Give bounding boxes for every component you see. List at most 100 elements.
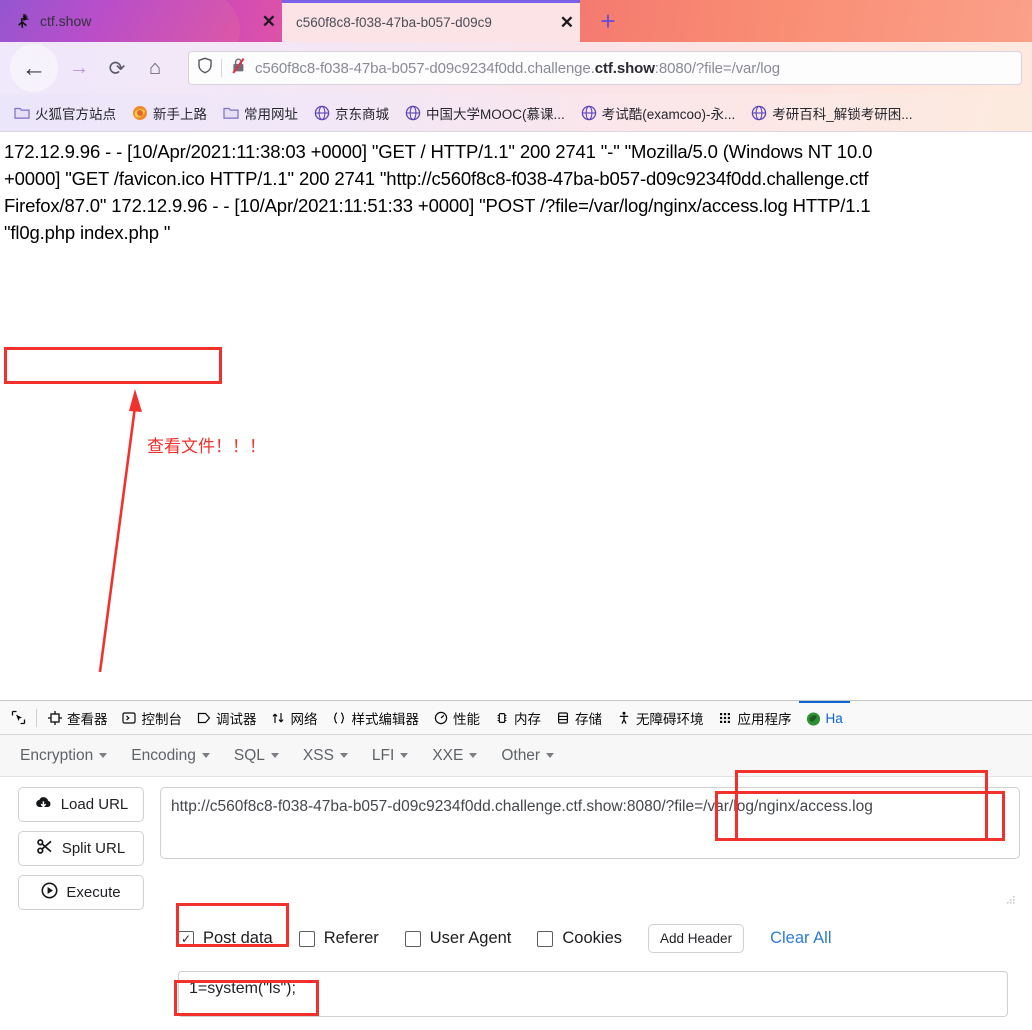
devtools-tab-hackbar[interactable]: Ha xyxy=(798,701,850,734)
devtools-tab-application[interactable]: 应用程序 xyxy=(711,701,799,734)
bookmark-label: 考试酷(examcoo)-永... xyxy=(601,106,736,122)
execute-button[interactable]: Execute xyxy=(18,875,144,910)
devtools-tab-performance[interactable]: 性能 xyxy=(426,701,487,734)
devtools-tab-network[interactable]: 网络 xyxy=(264,701,325,734)
checkbox-mark[interactable] xyxy=(404,930,421,947)
devtools-tab-label: 查看器 xyxy=(67,711,108,727)
chevron-down-icon xyxy=(201,753,210,758)
button-label: Load URL xyxy=(60,796,129,813)
bookmark-item[interactable]: 中国大学MOOC(慕课... xyxy=(399,101,571,125)
element-picker-icon[interactable] xyxy=(4,701,33,734)
resize-grip-icon[interactable] xyxy=(1006,895,1016,905)
ctfshow-icon xyxy=(14,12,32,30)
forward-button[interactable]: → xyxy=(62,51,96,85)
checkbox-label: Post data xyxy=(203,929,273,947)
devtools-tab-label: 控制台 xyxy=(141,711,183,727)
network-icon xyxy=(271,710,286,725)
devtools-tab-style-editor[interactable]: 样式编辑器 xyxy=(325,701,427,734)
bookmark-item[interactable]: 考研百科_解锁考研困... xyxy=(745,101,918,125)
flag-highlight-box xyxy=(4,347,222,384)
broken-lock-icon[interactable] xyxy=(230,57,247,79)
bookmark-label: 常用网址 xyxy=(244,106,298,122)
log-line: "fl0g.php index.php " xyxy=(4,222,171,243)
hackbar-menu-lfi[interactable]: LFI xyxy=(371,746,409,765)
application-icon xyxy=(718,710,733,725)
split-url-button[interactable]: Split URL xyxy=(18,831,144,866)
browser-chrome: ctf.show ✕ c560f8c8-f038-47ba-b057-d09c9… xyxy=(0,0,1032,132)
chevron-down-icon xyxy=(270,753,279,758)
memory-icon xyxy=(494,710,509,725)
checkbox-mark[interactable] xyxy=(537,930,554,947)
cookies-checkbox[interactable]: Cookies xyxy=(537,929,622,948)
user-agent-checkbox[interactable]: User Agent xyxy=(404,929,511,948)
bookmark-item[interactable]: 新手上路 xyxy=(126,101,213,125)
hackbar-menu-encoding[interactable]: Encoding xyxy=(131,747,210,765)
scissors-icon xyxy=(36,839,54,858)
post-data-checkbox[interactable]: ✓ Post data xyxy=(178,929,273,948)
referer-checkbox[interactable]: Referer xyxy=(298,929,379,948)
log-line: 172.12.9.96 - - [10/Apr/2021:11:38:03 +0… xyxy=(4,141,873,162)
home-button[interactable]: ⌂ xyxy=(138,51,172,85)
menu-label: Other xyxy=(501,746,541,764)
log-line: Firefox/87.0" 172.12.9.96 - - [10/Apr/20… xyxy=(4,195,871,216)
devtools-tab-inspector[interactable]: 查看器 xyxy=(40,701,115,734)
hackbar-icon xyxy=(806,711,821,726)
accessibility-icon xyxy=(616,710,631,725)
debugger-icon xyxy=(196,710,211,725)
globe-icon xyxy=(405,105,421,120)
url-bar[interactable]: c560f8c8-f038-47ba-b057-d09c9234f0dd.cha… xyxy=(188,51,1022,85)
tab-title: c560f8c8-f038-47ba-b057-d09c9 xyxy=(296,15,492,30)
hackbar-menu-encryption[interactable]: Encryption xyxy=(20,747,108,765)
firefox-icon xyxy=(133,105,147,120)
chevron-down-icon xyxy=(339,753,348,758)
hackbar-post-data-input[interactable] xyxy=(178,971,1008,1017)
tab-close-button[interactable]: ✕ xyxy=(560,14,574,31)
log-line: +0000] "GET /favicon.ico HTTP/1.1" 200 2… xyxy=(4,168,869,189)
devtools-tab-accessibility[interactable]: 无障碍环境 xyxy=(609,701,711,734)
hackbar-menu-xss[interactable]: XSS xyxy=(303,747,348,765)
annotation-arrow-icon xyxy=(98,389,142,673)
bookmark-item[interactable]: 常用网址 xyxy=(217,101,304,125)
menu-label: LFI xyxy=(371,746,395,764)
chevron-down-icon xyxy=(99,753,108,758)
bookmark-item[interactable]: 火狐官方站点 xyxy=(8,101,122,125)
devtools-tab-label: 应用程序 xyxy=(737,711,792,727)
browser-tab-ctfshow[interactable]: ctf.show ✕ xyxy=(0,0,282,42)
bookmark-item[interactable]: 京东商城 xyxy=(308,101,395,125)
devtools-tab-console[interactable]: 控制台 xyxy=(115,701,190,734)
browser-tab-challenge[interactable]: c560f8c8-f038-47ba-b057-d09c9 ✕ xyxy=(282,0,580,42)
hackbar-menu-other[interactable]: Other xyxy=(501,746,555,765)
globe-icon xyxy=(314,105,330,120)
button-label: Split URL xyxy=(61,840,126,857)
devtools-panel: 查看器 控制台 调试器 网络 样式编辑器 性能 内存 存储 无障碍环境 应用程序… xyxy=(0,700,1032,1030)
devtools-tab-label: 存储 xyxy=(575,711,602,727)
devtools-tab-label: 无障碍环境 xyxy=(636,711,704,727)
shield-icon[interactable] xyxy=(197,57,213,79)
clear-all-link[interactable]: Clear All xyxy=(770,929,831,948)
globe-icon xyxy=(752,105,767,120)
hackbar-body: Load URL Split URL Execute xyxy=(0,777,1032,910)
back-button[interactable]: ← xyxy=(10,44,58,92)
access-log-output: 172.12.9.96 - - [10/Apr/2021:11:38:03 +0… xyxy=(4,138,1032,246)
inspector-icon xyxy=(47,710,62,725)
reload-button[interactable]: ⟳ xyxy=(100,51,134,85)
hackbar-panel: Encryption Encoding SQL XSS LFI XXE Othe… xyxy=(0,735,1032,1030)
bookmark-label: 新手上路 xyxy=(153,106,207,122)
hackbar-menu-sql[interactable]: SQL xyxy=(234,747,279,765)
checkbox-mark[interactable] xyxy=(298,930,315,947)
bookmark-item[interactable]: 考试酷(examcoo)-永... xyxy=(575,101,742,125)
chevron-down-icon xyxy=(546,753,555,758)
devtools-tab-memory[interactable]: 内存 xyxy=(487,701,548,734)
tab-close-button[interactable]: ✕ xyxy=(262,13,276,30)
menu-label: SQL xyxy=(233,746,265,764)
load-url-button[interactable]: Load URL xyxy=(18,787,144,822)
hackbar-menu-xxe[interactable]: XXE xyxy=(432,747,478,765)
new-tab-button[interactable]: + xyxy=(588,0,628,42)
hackbar-url-input[interactable] xyxy=(160,787,1020,859)
checkbox-mark[interactable]: ✓ xyxy=(178,930,194,947)
url-text: c560f8c8-f038-47ba-b057-d09c9234f0dd.cha… xyxy=(255,59,780,77)
devtools-tab-label: 样式编辑器 xyxy=(351,711,420,727)
devtools-tab-storage[interactable]: 存储 xyxy=(548,701,609,734)
add-header-button[interactable]: Add Header xyxy=(648,924,745,953)
devtools-tab-debugger[interactable]: 调试器 xyxy=(189,701,264,734)
